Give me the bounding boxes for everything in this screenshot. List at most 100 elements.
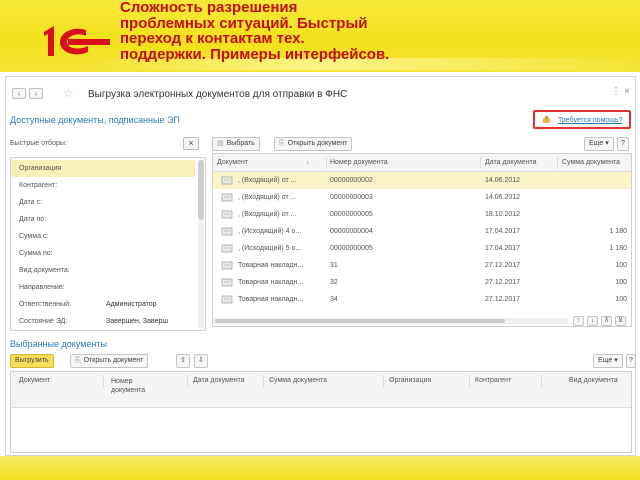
col-date[interactable]: Дата документа bbox=[193, 377, 245, 384]
available-docs-title: Доступные документы, подписанные ЭП bbox=[10, 115, 180, 125]
col-document[interactable]: Документ bbox=[19, 377, 50, 384]
col-doc-type[interactable]: Вид документа bbox=[569, 377, 618, 384]
select-label: Выбрать bbox=[226, 140, 255, 147]
col-number[interactable]: Номер документа bbox=[330, 159, 388, 166]
move-up-button[interactable]: ⇧ bbox=[176, 354, 190, 368]
back-button[interactable]: ‹ bbox=[12, 88, 26, 99]
filter-label: Состояние ЭД: bbox=[19, 318, 68, 325]
header-banner: Сложность разрешения проблемных ситуаций… bbox=[0, 0, 640, 72]
chevron-down-icon: ▾ bbox=[614, 357, 618, 364]
open-document-button-2[interactable]: ⎘ Открыть документ bbox=[70, 354, 149, 368]
export-button[interactable]: Выгрузить bbox=[10, 354, 54, 368]
filter-label: Дата по: bbox=[19, 216, 47, 223]
favorite-star-icon[interactable]: ☆ bbox=[63, 86, 74, 100]
scroll-up-button[interactable]: ↑ bbox=[573, 316, 584, 326]
cell-date: 18.10.2012 bbox=[485, 211, 521, 218]
open-doc-icon: ⎘ bbox=[75, 357, 81, 364]
document-icon bbox=[221, 176, 233, 185]
scroll-top-button[interactable]: ⊼ bbox=[601, 316, 612, 326]
col-sum[interactable]: Сумма документа bbox=[562, 159, 620, 166]
table-row[interactable]: , (Входящий) от ... 00000000002 14.06.20… bbox=[213, 172, 631, 189]
forward-button[interactable]: › bbox=[29, 88, 43, 99]
selected-docs-table: Документ Номер документа Дата документа … bbox=[10, 371, 632, 453]
help-link[interactable]: Требуется помощь? bbox=[558, 117, 623, 124]
slide-title-line: переход к контактам тех. bbox=[120, 30, 305, 47]
col-number[interactable]: Номер документа bbox=[111, 377, 163, 395]
select-icon: ▤ bbox=[217, 140, 224, 147]
cell-date: 27.12.2017 bbox=[485, 296, 521, 303]
filters-scrollbar[interactable] bbox=[198, 160, 204, 328]
more-label: Еще bbox=[598, 357, 613, 364]
move-down-button[interactable]: ⇩ bbox=[194, 354, 208, 368]
cell-sum: 100 bbox=[615, 296, 627, 303]
col-counterparty[interactable]: Контрагент bbox=[475, 377, 511, 384]
cell-document: Товарная накладн... bbox=[238, 262, 304, 269]
cell-number: 00000000004 bbox=[330, 228, 373, 235]
horizontal-scrollbar[interactable] bbox=[213, 318, 568, 324]
col-date[interactable]: Дата документа bbox=[485, 159, 537, 166]
slide-title-line: проблемных ситуаций. Быстрый bbox=[120, 14, 368, 32]
filter-sum-to[interactable]: Сумма по: bbox=[11, 245, 195, 262]
document-icon bbox=[221, 295, 233, 304]
help-button-2[interactable]: ? bbox=[626, 354, 636, 368]
cell-number: 00000000005 bbox=[330, 211, 373, 218]
table-row[interactable]: , (Входящий) от ... 00000000005 18.10.20… bbox=[213, 206, 631, 223]
cell-document: , (Входящий) от ... bbox=[238, 177, 297, 184]
filter-label: Сумма с: bbox=[19, 233, 49, 240]
col-separator bbox=[480, 157, 481, 169]
col-separator bbox=[263, 375, 264, 387]
close-icon[interactable]: × bbox=[624, 86, 630, 97]
table-row[interactable]: Товарная накладн... 34 27.12.2017 100 bbox=[213, 291, 631, 308]
filter-label: Вид документа: bbox=[19, 267, 70, 274]
scroll-thumb[interactable] bbox=[215, 319, 505, 323]
help-button[interactable]: ? bbox=[617, 137, 629, 151]
filter-ed-state[interactable]: Состояние ЭД: Завершен, Заверш bbox=[11, 313, 195, 330]
table-row[interactable]: , (Исходящий) 5 о... 00000000005 17.04.2… bbox=[213, 240, 631, 257]
chevron-down-icon: ▾ bbox=[605, 140, 609, 147]
cell-document: , (Исходящий) 5 о... bbox=[238, 245, 302, 252]
cell-date: 27.12.2017 bbox=[485, 279, 521, 286]
more-actions-icon[interactable]: ⋮ bbox=[611, 86, 621, 97]
cell-number: 00000000005 bbox=[330, 245, 373, 252]
filter-responsible[interactable]: Ответственный: Администратор bbox=[11, 296, 195, 313]
filter-sum-from[interactable]: Сумма с: bbox=[11, 228, 195, 245]
filter-date-to[interactable]: Дата по: bbox=[11, 211, 195, 228]
filter-direction[interactable]: Направление: bbox=[11, 279, 195, 296]
document-icon bbox=[221, 210, 233, 219]
quick-filters-panel: Организация Контрагент: Дата с: Дата по:… bbox=[10, 157, 206, 331]
filter-date-from[interactable]: Дата с: bbox=[11, 194, 195, 211]
filter-value: Администратор bbox=[106, 301, 157, 308]
scroll-bottom-button[interactable]: ⊻ bbox=[615, 316, 626, 326]
clear-filters-button[interactable]: × bbox=[183, 137, 199, 150]
cell-document: , (Входящий) от ... bbox=[238, 211, 297, 218]
more-button[interactable]: Еще ▾ bbox=[584, 137, 614, 151]
cell-document: , (Исходящий) 4 о... bbox=[238, 228, 302, 235]
table-row[interactable]: , (Исходящий) 4 о... 00000000004 17.04.2… bbox=[213, 223, 631, 240]
col-separator bbox=[383, 375, 384, 387]
1c-logo-icon bbox=[44, 26, 110, 56]
table-row[interactable]: Товарная накладн... 31 27.12.2017 100 bbox=[213, 257, 631, 274]
table-row[interactable]: Товарная накладн... 32 27.12.2017 100 bbox=[213, 274, 631, 291]
filter-organization[interactable]: Организация bbox=[11, 160, 195, 177]
open-doc-icon: ⎘ bbox=[279, 140, 285, 147]
scroll-down-button[interactable]: ↓ bbox=[587, 316, 598, 326]
filter-counterparty[interactable]: Контрагент: bbox=[11, 177, 195, 194]
cell-sum: 1 180 bbox=[609, 245, 627, 252]
document-icon bbox=[221, 278, 233, 287]
col-sum[interactable]: Сумма документа bbox=[269, 377, 327, 384]
table-row[interactable]: , (Входящий) от ... 00000000003 14.06.20… bbox=[213, 189, 631, 206]
col-document[interactable]: Документ bbox=[217, 159, 248, 166]
scroll-thumb[interactable] bbox=[198, 160, 204, 220]
open-document-button[interactable]: ⎘ Открыть документ bbox=[274, 137, 353, 151]
filter-doc-type[interactable]: Вид документа: bbox=[11, 262, 195, 279]
col-organization[interactable]: Организация bbox=[389, 377, 431, 384]
more-button-2[interactable]: Еще ▾ bbox=[593, 354, 623, 368]
cell-date: 14.06.2012 bbox=[485, 194, 521, 201]
more-label: Еще bbox=[589, 140, 604, 147]
table-header: Документ Номер документа Дата документа … bbox=[11, 372, 631, 408]
cell-sum: 100 bbox=[615, 279, 627, 286]
footer-strip bbox=[0, 456, 640, 480]
sort-arrow-icon[interactable]: ↓ bbox=[306, 159, 310, 166]
select-button[interactable]: ▤ Выбрать bbox=[212, 137, 260, 151]
filter-label: Направление: bbox=[19, 284, 65, 291]
